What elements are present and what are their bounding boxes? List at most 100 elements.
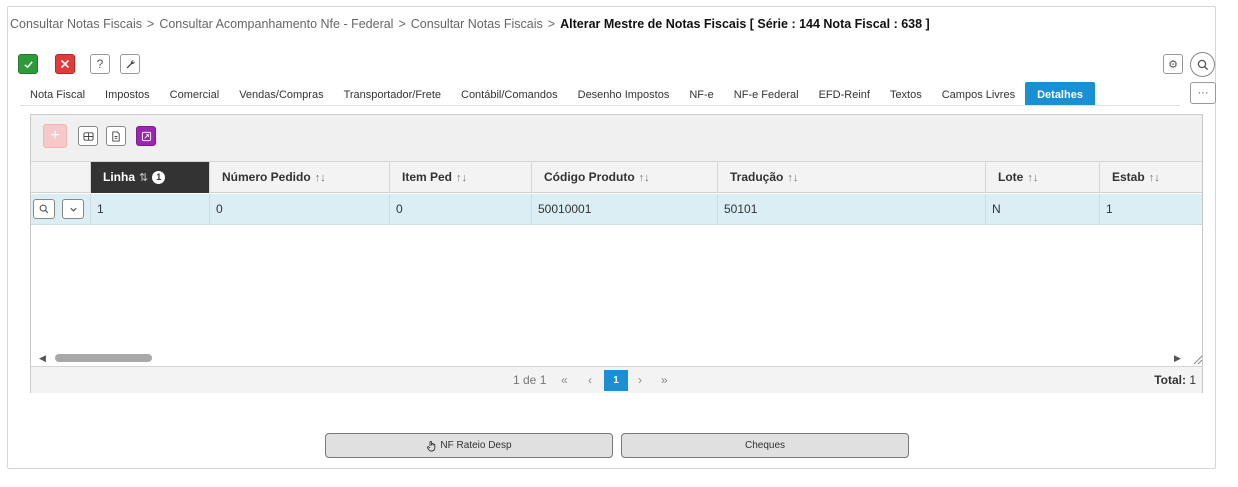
sort-order-badge: 1 (152, 171, 166, 185)
column-label: Item Ped (402, 170, 453, 184)
search-icon (1197, 59, 1208, 70)
cancel-button[interactable] (55, 54, 75, 74)
prev-page-button[interactable]: ‹ (588, 373, 592, 387)
column-header-traducao[interactable]: Tradução ↑↓ (718, 162, 986, 193)
column-label: Tradução (730, 170, 784, 184)
horizontal-scrollbar[interactable]: ◀ ▶ (31, 351, 1203, 365)
cell-linha[interactable]: 1 (91, 194, 210, 225)
more-options-button[interactable]: ··· (1190, 82, 1216, 104)
pagination: 1 de 1 « ‹ 1 › » Total: 1 (31, 366, 1202, 393)
sort-icon: ↑↓ (1148, 172, 1160, 184)
tools-button[interactable] (120, 54, 140, 74)
grid-toolbar: + (31, 115, 1202, 162)
total-label: Total: (1154, 373, 1186, 387)
chevron-down-icon (69, 207, 77, 212)
document-icon (112, 130, 120, 142)
cheques-button[interactable]: Cheques (621, 433, 909, 458)
page-info: 1 de 1 (513, 373, 547, 387)
column-header-codigo-produto[interactable]: Código Produto ↑↓ (532, 162, 718, 193)
button-label: Cheques (744, 440, 786, 451)
column-label: Lote (998, 170, 1024, 184)
sort-icon: ↑↓ (314, 172, 326, 184)
cell-codigo-produto[interactable]: 50010001 (532, 194, 718, 225)
tab-vendas-compras[interactable]: Vendas/Compras (229, 82, 333, 106)
tab-impostos[interactable]: Impostos (95, 82, 160, 106)
breadcrumb-item-3[interactable]: Consultar Notas Fiscais (411, 17, 543, 31)
tab-divider (20, 105, 1180, 106)
tab-bar: Nota Fiscal Impostos Comercial Vendas/Co… (20, 82, 1095, 106)
search-button[interactable] (1190, 52, 1215, 77)
sort-icon: ↑↓ (1027, 172, 1039, 184)
tab-nf-e[interactable]: NF-e (679, 82, 723, 106)
button-label: NF Rateio Desp (440, 440, 512, 451)
tab-nota-fiscal[interactable]: Nota Fiscal (20, 82, 95, 106)
scroll-left-icon[interactable]: ◀ (39, 353, 46, 364)
actions-column-header (31, 162, 91, 193)
tab-efd-reinf[interactable]: EFD-Reinf (809, 82, 880, 106)
column-header-estab[interactable]: Estab ↑↓ (1100, 162, 1202, 193)
breadcrumb-item-1[interactable]: Consultar Notas Fiscais (10, 17, 142, 31)
breadcrumb-separator: > (147, 17, 155, 31)
tab-transportador-frete[interactable]: Transportador/Frete (334, 82, 451, 106)
column-label: Número Pedido (222, 170, 311, 184)
total-value: 1 (1189, 373, 1196, 387)
column-header-item-ped[interactable]: Item Ped ↑↓ (390, 162, 532, 193)
sort-icon: ↑↓ (456, 172, 468, 184)
add-row-button[interactable]: + (43, 124, 67, 148)
tab-detalhes[interactable]: Detalhes (1025, 82, 1095, 106)
grid-icon (82, 131, 94, 141)
close-icon (60, 59, 70, 69)
first-page-button[interactable]: « (561, 373, 568, 387)
breadcrumb-current: Alterar Mestre de Notas Fiscais [ Série … (560, 17, 930, 31)
document-button[interactable] (106, 126, 126, 146)
tab-desenho-impostos[interactable]: Desenho Impostos (568, 82, 680, 106)
expand-row-button[interactable] (62, 199, 84, 219)
nf-rateio-desp-button[interactable]: NF Rateio Desp (325, 433, 613, 458)
help-button[interactable]: ? (90, 54, 110, 74)
hand-pointer-icon (427, 440, 436, 451)
cell-numero-pedido[interactable]: 0 (210, 194, 390, 225)
settings-button[interactable]: ⚙ (1163, 54, 1183, 74)
tab-contabil-comandos[interactable]: Contábil/Comandos (451, 82, 568, 106)
export-icon (141, 131, 151, 141)
sort-icon: ↑↓ (787, 172, 799, 184)
columns-button[interactable] (78, 126, 98, 146)
column-header-numero-pedido[interactable]: Número Pedido ↑↓ (210, 162, 390, 193)
column-label: Estab (1112, 170, 1145, 184)
view-row-button[interactable] (33, 199, 55, 219)
confirm-button[interactable] (18, 54, 38, 74)
gear-icon: ⚙ (1168, 58, 1178, 71)
cell-traducao[interactable]: 50101 (718, 194, 986, 225)
table-row[interactable]: 1 0 0 50010001 50101 N 1 (31, 194, 1202, 225)
scroll-right-icon[interactable]: ▶ (1174, 353, 1181, 364)
tab-textos[interactable]: Textos (880, 82, 932, 106)
column-header-linha[interactable]: Linha ⇅ 1 (91, 162, 210, 193)
last-page-button[interactable]: » (661, 373, 668, 387)
breadcrumb-separator: > (398, 17, 406, 31)
sort-asc-icon: ⇅ (139, 172, 149, 184)
tab-campos-livres[interactable]: Campos Livres (932, 82, 1025, 106)
column-label: Código Produto (544, 170, 635, 184)
total-count: Total: 1 (1154, 373, 1196, 387)
breadcrumb: Consultar Notas Fiscais > Consultar Acompa… (10, 17, 930, 33)
row-actions (31, 194, 91, 225)
cell-item-ped[interactable]: 0 (390, 194, 532, 225)
scroll-thumb[interactable] (55, 354, 152, 362)
search-icon (39, 204, 49, 214)
export-button[interactable] (136, 126, 156, 146)
current-page-button[interactable]: 1 (604, 370, 628, 391)
breadcrumb-item-2[interactable]: Consultar Acompanhamento Nfe - Federal (159, 17, 393, 31)
cell-estab[interactable]: 1 (1100, 194, 1202, 225)
check-icon (23, 60, 33, 68)
sort-icon: ↑↓ (638, 172, 650, 184)
tab-nf-e-federal[interactable]: NF-e Federal (724, 82, 809, 106)
wrench-icon (126, 59, 135, 68)
breadcrumb-separator: > (547, 17, 556, 31)
grid-header: Linha ⇅ 1 Número Pedido ↑↓ Item Ped ↑↓ Códig… (31, 162, 1202, 193)
column-header-lote[interactable]: Lote ↑↓ (986, 162, 1100, 193)
details-grid: + Linha ⇅ 1 Número Pedido ↑↓ Item Ped ↑↓ Cód… (30, 114, 1203, 393)
tab-comercial[interactable]: Comercial (160, 82, 230, 106)
resize-handle-icon[interactable] (1189, 351, 1203, 365)
next-page-button[interactable]: › (638, 373, 642, 387)
cell-lote[interactable]: N (986, 194, 1100, 225)
